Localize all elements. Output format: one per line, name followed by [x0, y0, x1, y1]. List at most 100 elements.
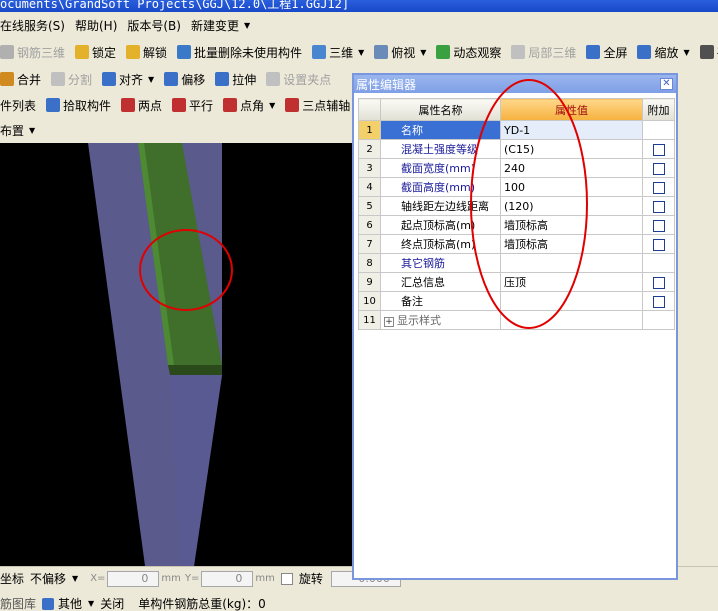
rebar-library-label: 筋图库 — [0, 597, 37, 611]
property-row[interactable]: 4 截面高度(mm) 100 — [358, 177, 675, 197]
chevron-down-icon: ▼ — [269, 100, 276, 110]
point-angle-button[interactable]: 点角 ▼ — [223, 97, 275, 114]
extra-checkbox[interactable] — [652, 143, 665, 156]
property-value[interactable]: 压顶 — [500, 272, 643, 292]
3d-view-button[interactable]: 三维 ▼ — [312, 44, 364, 61]
fullscreen-button[interactable]: 全屏 — [586, 44, 627, 61]
layout-dropdown[interactable]: 布置 ▼ — [0, 122, 35, 139]
property-name[interactable]: 轴线距左边线距离 — [380, 196, 501, 216]
pick-component-button[interactable]: 拾取构件 — [46, 97, 111, 114]
set-grip-button-label: 设置夹点 — [283, 72, 332, 87]
property-name-text: 轴线距左边线距离 — [401, 200, 489, 213]
property-row[interactable]: 11 + 显示样式 — [358, 310, 675, 330]
property-name[interactable]: 汇总信息 — [380, 272, 501, 292]
property-name[interactable]: 备注 — [380, 291, 501, 311]
menu-item-1[interactable]: 帮助(H) — [75, 17, 117, 34]
toolbar-view: 钢筋三维 锁定 解锁 批量删除未使用构件 三维 ▼ 俯视 ▼ 动态观察 局部三维 全屏 缩放 ▼ 平 — [0, 40, 718, 64]
property-row[interactable]: 2 混凝土强度等级 (C15) — [358, 139, 675, 159]
component-list-button[interactable]: 件列表 — [0, 97, 36, 114]
x-input[interactable]: 0 — [107, 570, 160, 587]
stretch-button[interactable]: 拉伸 — [215, 71, 256, 88]
property-row[interactable]: 5 轴线距左边线距离 (120) — [358, 196, 675, 216]
property-value[interactable]: (C15) — [500, 139, 643, 159]
extra-checkbox[interactable] — [652, 295, 665, 308]
property-value[interactable]: 墙顶标高 — [500, 234, 643, 254]
expand-icon[interactable]: + — [384, 317, 394, 327]
extra-checkbox[interactable] — [652, 238, 665, 251]
rotate-label: 旋转 — [298, 572, 323, 586]
header-extra[interactable]: 附加 — [642, 98, 675, 121]
property-value[interactable]: 墙顶标高 — [500, 215, 643, 235]
property-value[interactable]: YD-1 — [500, 120, 643, 140]
extra-checkbox[interactable] — [652, 219, 665, 232]
three-point-aux-button[interactable]: 三点辅轴 — [285, 97, 350, 114]
zoom-button-label: 缩放 — [654, 45, 679, 60]
unlock-icon — [126, 45, 141, 59]
property-extra-cell — [642, 177, 675, 197]
property-name[interactable]: 起点顶标高(m) — [380, 215, 501, 235]
close-icon[interactable]: ✕ — [660, 78, 673, 90]
property-editor-title-bar[interactable]: 属性编辑器 ✕ — [354, 75, 676, 93]
batch-delete-unused-button[interactable]: 批量删除未使用构件 — [177, 44, 302, 61]
property-name[interactable]: 终点顶标高(m) — [380, 234, 501, 254]
zoom-button[interactable]: 缩放 ▼ — [637, 44, 690, 61]
row-number: 3 — [358, 158, 381, 178]
two-point-button[interactable]: 两点 — [121, 97, 162, 114]
rotate-checkbox[interactable] — [280, 572, 293, 585]
extra-checkbox[interactable] — [652, 162, 665, 175]
lock-button[interactable]: 锁定 — [75, 44, 116, 61]
property-row[interactable]: 6 起点顶标高(m) 墙顶标高 — [358, 215, 675, 235]
property-row[interactable]: 9 汇总信息 压顶 — [358, 272, 675, 292]
box-icon — [374, 45, 389, 59]
property-value[interactable]: 100 — [500, 177, 643, 197]
property-row[interactable]: 7 终点顶标高(m) 墙顶标高 — [358, 234, 675, 254]
offset-select[interactable]: 不偏移 ▼ — [30, 570, 78, 587]
chevron-down-icon: ▼ — [88, 599, 95, 608]
property-name[interactable]: 截面高度(mm) — [380, 177, 501, 197]
local-3d-button[interactable]: 局部三维 — [511, 44, 576, 61]
menu-item-label: 帮助(H) — [74, 18, 118, 33]
parallel-button[interactable]: 平行 — [172, 97, 213, 114]
drawing-viewport[interactable] — [0, 143, 352, 566]
top-view-button[interactable]: 俯视 ▼ — [374, 44, 426, 61]
property-row[interactable]: 8 其它钢筋 — [358, 253, 675, 273]
unlock-button[interactable]: 解锁 — [126, 44, 167, 61]
header-property-name[interactable]: 属性名称 — [380, 98, 501, 121]
pan-button[interactable]: 平 — [699, 44, 718, 61]
set-grip-button[interactable]: 设置夹点 — [266, 71, 331, 88]
split-button[interactable]: 分割 — [51, 71, 92, 88]
property-value[interactable] — [500, 253, 643, 273]
property-value[interactable]: 240 — [500, 158, 643, 178]
menu-item-3[interactable]: 新建变更 ▼ — [191, 17, 250, 34]
property-name[interactable]: 名称 — [380, 120, 501, 140]
menu-item-label: 在线服务(S) — [0, 18, 65, 33]
menu-item-2[interactable]: 版本号(B) — [127, 17, 181, 34]
offset-button[interactable]: 偏移 — [164, 71, 205, 88]
property-name[interactable]: 混凝土强度等级 — [380, 139, 501, 159]
close-button[interactable]: 关闭 — [100, 595, 124, 611]
rebar-3d-button[interactable]: 钢筋三维 — [0, 44, 65, 61]
property-name[interactable]: + 显示样式 — [380, 310, 501, 330]
property-row[interactable]: 1 名称 YD-1 — [358, 120, 675, 140]
y-input[interactable]: 0 — [201, 570, 254, 587]
property-name[interactable]: 截面宽度(mm) — [380, 158, 501, 178]
other-dropdown[interactable]: 其他 — [58, 595, 82, 611]
property-grid: 属性名称 属性值 附加 1 名称 YD-1 2 混凝土强度等级 (C15) 3 截面宽度(mm… — [358, 98, 675, 330]
menu-item-0[interactable]: 在线服务(S) — [0, 17, 65, 34]
extra-checkbox[interactable] — [652, 181, 665, 194]
extra-checkbox[interactable] — [652, 276, 665, 289]
property-row[interactable]: 3 截面宽度(mm) 240 — [358, 158, 675, 178]
extra-checkbox[interactable] — [652, 200, 665, 213]
point-angle-button-label: 点角 — [240, 98, 265, 113]
property-row[interactable]: 10 备注 — [358, 291, 675, 311]
property-name[interactable]: 其它钢筋 — [380, 253, 501, 273]
menu-item-label: 新建变更 — [190, 18, 239, 33]
property-value[interactable] — [500, 310, 643, 330]
property-value[interactable] — [500, 291, 643, 311]
align-button[interactable]: 对齐 ▼ — [102, 71, 154, 88]
fullscreen-icon — [586, 45, 601, 59]
header-property-value[interactable]: 属性值 — [500, 98, 643, 121]
property-value[interactable]: (120) — [500, 196, 643, 216]
dynamic-view-button[interactable]: 动态观察 — [436, 44, 501, 61]
merge-button[interactable]: 合并 — [0, 71, 41, 88]
